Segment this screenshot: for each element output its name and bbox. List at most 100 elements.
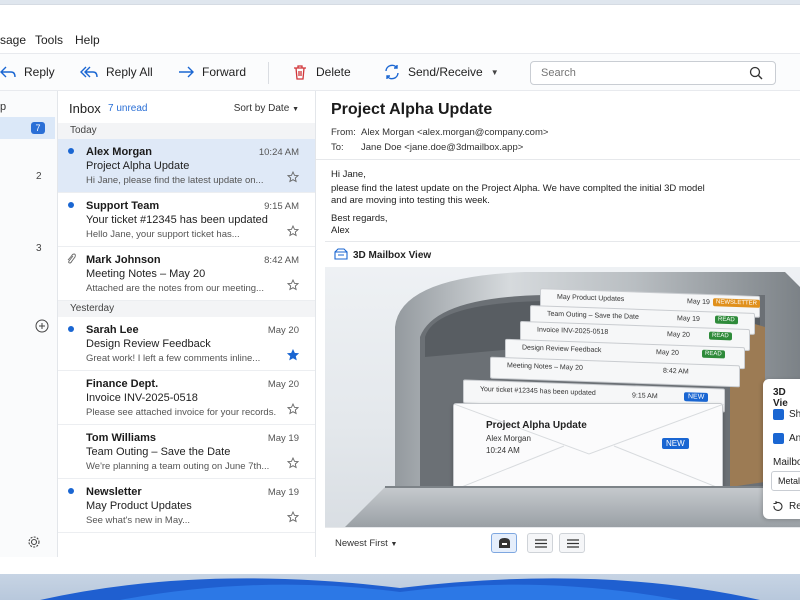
badge-read: READ: [702, 349, 725, 359]
group-header-today: Today: [58, 123, 315, 139]
badge-read: READ: [715, 315, 738, 325]
message-preview: Hi Jane, please find the latest update o…: [86, 175, 264, 186]
email-body-line: Best regards,: [331, 213, 388, 224]
header-divider: [316, 159, 800, 160]
chevron-down-icon: ▼: [292, 106, 299, 113]
menu-help[interactable]: Help: [75, 33, 100, 47]
view-options-panel: 3D Vie Sh An Mailbo Metal Re: [763, 379, 800, 519]
card-subject: Your ticket #12345 has been updated: [480, 386, 596, 398]
folder-title: Inbox: [69, 101, 101, 116]
message-subject: Team Outing – Save the Date: [86, 446, 231, 458]
menu-message[interactable]: sage: [0, 33, 26, 47]
list-item[interactable]: Newsletter May Product Updates See what'…: [58, 479, 315, 533]
star-icon[interactable]: [287, 403, 299, 415]
message-date: May 19: [267, 433, 299, 444]
forward-button[interactable]: Forward: [178, 64, 246, 80]
reset-label[interactable]: Re: [789, 501, 800, 512]
send-receive-button[interactable]: Send/Receive ▼: [384, 64, 499, 80]
unread-dot-icon: [68, 202, 74, 208]
chevron-down-icon[interactable]: ▼: [491, 68, 499, 77]
sync-icon: [385, 64, 399, 80]
star-icon[interactable]: [287, 511, 299, 523]
message-sender: Tom Williams: [86, 432, 156, 444]
message-subject: Meeting Notes – May 20: [86, 268, 206, 280]
envelope-subject: Project Alpha Update: [486, 420, 587, 431]
message-subject: Your ticket #12345 has been updated: [86, 214, 268, 226]
list-icon: [535, 539, 547, 548]
email-body-line: please find the latest update on the Pro…: [331, 183, 705, 194]
message-sender: Support Team: [86, 200, 160, 212]
list-item[interactable]: Alex Morgan Project Alpha Update Hi Jane…: [58, 139, 315, 193]
mailbox-style-label: Mailbo: [773, 457, 800, 468]
sort-select-label: Newest First: [335, 538, 388, 549]
message-subject: Invoice INV-2025-0518: [86, 392, 198, 404]
rail-partial-text: p: [0, 101, 7, 113]
message-date: 10:24 AM: [258, 147, 299, 158]
card-date: May 20: [667, 331, 690, 339]
view-list-button[interactable]: [527, 533, 553, 553]
chevron-down-icon: ▼: [390, 541, 398, 548]
menu-tools[interactable]: Tools: [35, 33, 63, 47]
mailbox-icon: [334, 248, 348, 260]
card-subject: Design Review Feedback: [522, 344, 602, 355]
sort-select[interactable]: Newest First ▼: [335, 538, 397, 549]
folder-rail: p 7 2 3: [0, 91, 58, 557]
list-item[interactable]: Support Team Your ticket #12345 has been…: [58, 193, 315, 247]
list-item[interactable]: Tom Williams Team Outing – Save the Date…: [58, 425, 315, 479]
reply-all-button[interactable]: Reply All: [80, 64, 153, 80]
card-date: May 19: [687, 298, 710, 307]
list-item[interactable]: Mark Johnson Meeting Notes – May 20 Atta…: [58, 247, 315, 301]
rail-item-count[interactable]: 2: [36, 171, 42, 182]
search-icon[interactable]: [749, 66, 763, 80]
delete-button[interactable]: Delete: [292, 64, 351, 80]
inbox-unread-badge: 7: [31, 122, 45, 134]
rail-item-count[interactable]: 3: [36, 243, 42, 254]
search-input[interactable]: [531, 62, 731, 84]
trash-icon: [294, 65, 306, 80]
sort-label: Sort by Date: [233, 103, 290, 114]
checkbox-show[interactable]: [773, 409, 784, 420]
mailbox-icon: [499, 538, 510, 548]
card-subject: Invoice INV-2025-0518: [537, 326, 609, 337]
message-sender: Mark Johnson: [86, 254, 161, 266]
add-folder-icon[interactable]: [35, 319, 49, 333]
star-icon[interactable]: [287, 171, 299, 183]
badge-new: NEW: [662, 438, 689, 449]
message-subject: May Product Updates: [86, 500, 192, 512]
unread-dot-icon: [68, 488, 74, 494]
star-filled-icon[interactable]: [287, 349, 299, 361]
material-select[interactable]: Metal: [771, 471, 800, 491]
rail-item-inbox[interactable]: [0, 117, 55, 139]
badge-newsletter: NEWSLETTER: [713, 298, 761, 308]
reply-all-label: Reply All: [106, 65, 153, 79]
message-subject: Project Alpha Update: [86, 160, 190, 172]
list-item[interactable]: Finance Dept. Invoice INV-2025-0518 Plea…: [58, 371, 315, 425]
card-subject: Meeting Notes – May 20: [507, 362, 583, 372]
view-compact-button[interactable]: [559, 533, 585, 553]
mailbox-3d-view[interactable]: May Product Updates May 19 NEWSLETTER Te…: [325, 267, 800, 527]
unread-count: 7 unread: [108, 103, 148, 114]
star-icon[interactable]: [287, 279, 299, 291]
reply-button[interactable]: Reply: [0, 64, 55, 80]
card-date: May 19: [677, 315, 700, 324]
gear-icon[interactable]: [27, 535, 41, 549]
message-sender: Alex Morgan: [86, 146, 153, 158]
from-value[interactable]: Alex Morgan <alex.morgan@company.com>: [361, 127, 548, 138]
view-3d-button[interactable]: [491, 533, 517, 553]
to-label: To:: [331, 142, 344, 153]
reset-icon[interactable]: [772, 501, 783, 512]
toolbar: Reply Reply All Forward Delete Send/Rece…: [0, 53, 800, 91]
to-value[interactable]: Jane Doe <jane.doe@3dmailbox.app>: [361, 142, 523, 153]
sort-dropdown[interactable]: Sort by Date ▼: [234, 103, 299, 114]
checkbox-animate-label: An: [789, 433, 800, 444]
star-icon[interactable]: [287, 457, 299, 469]
list-item[interactable]: Sarah Lee Design Review Feedback Great w…: [58, 317, 315, 371]
message-date: 8:42 AM: [264, 255, 299, 266]
checkbox-animate[interactable]: [773, 433, 784, 444]
star-icon[interactable]: [287, 225, 299, 237]
message-preview: See what's new in May...: [86, 515, 191, 526]
wallpaper-bloom: [40, 578, 760, 600]
reply-label: Reply: [24, 65, 55, 79]
message-preview: Attached are the notes from our meeting.…: [86, 283, 264, 294]
checkbox-show-label: Sh: [789, 409, 800, 420]
